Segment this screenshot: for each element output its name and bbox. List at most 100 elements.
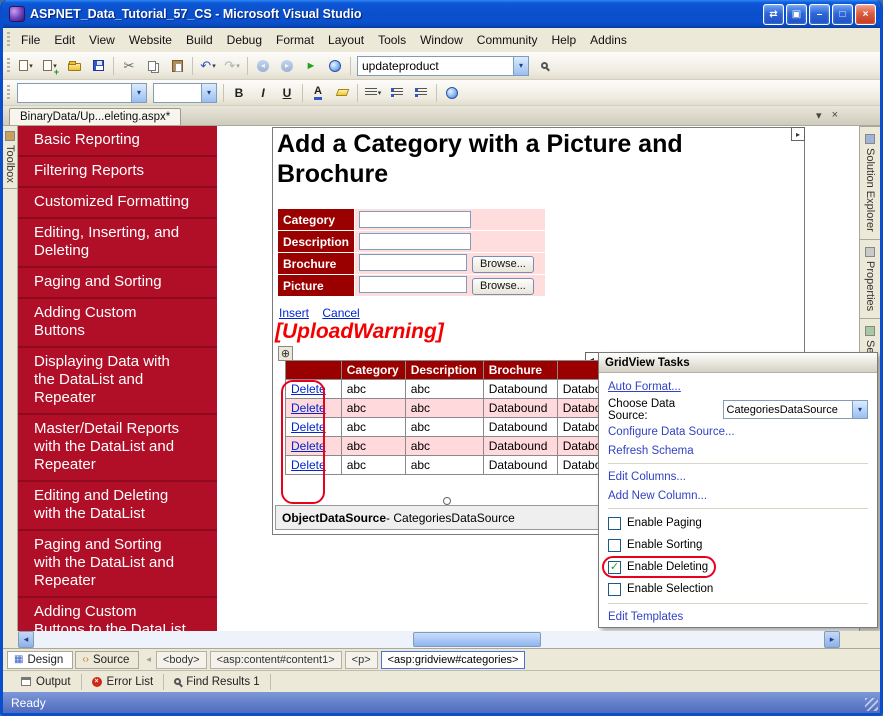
- nav-item[interactable]: Paging and Sorting: [18, 268, 217, 299]
- horizontal-scrollbar[interactable]: ◂ ▸: [18, 631, 840, 648]
- gridview-move-handle[interactable]: ⊕: [278, 346, 293, 361]
- delete-link[interactable]: Delete: [291, 439, 326, 453]
- enable-deleting-checkbox[interactable]: ✓: [608, 561, 621, 574]
- delete-link[interactable]: Delete: [291, 420, 326, 434]
- scrollbar-thumb[interactable]: [413, 632, 541, 647]
- nav-item[interactable]: Basic Reporting: [18, 126, 217, 157]
- nav-item[interactable]: Adding Custom Buttons: [18, 299, 217, 348]
- brochure-textbox[interactable]: [359, 254, 467, 271]
- refresh-schema-link[interactable]: Refresh Schema: [608, 441, 868, 460]
- chevron-down-icon[interactable]: ▾: [201, 84, 216, 102]
- menu-addins[interactable]: Addins: [583, 30, 634, 50]
- tag-crumb-body[interactable]: <body>: [156, 651, 207, 669]
- font-size-combo[interactable]: ▾: [153, 83, 217, 103]
- tab-close-button[interactable]: ×: [832, 109, 838, 122]
- enable-sorting-checkbox[interactable]: [608, 539, 621, 552]
- nav-item[interactable]: Adding Custom Buttons to the DataList an…: [18, 598, 217, 631]
- toolbar-grip[interactable]: [7, 58, 10, 74]
- highlight-button[interactable]: [331, 82, 353, 104]
- nav-item[interactable]: Editing, Inserting, and Deleting: [18, 219, 217, 268]
- description-textbox[interactable]: [359, 233, 471, 250]
- scroll-left-button[interactable]: ◂: [18, 631, 34, 648]
- minimize-button[interactable]: –: [809, 4, 830, 25]
- font-color-button[interactable]: A: [307, 82, 329, 104]
- menu-file[interactable]: File: [14, 30, 47, 50]
- open-file-button[interactable]: [63, 55, 85, 77]
- browse-with-button[interactable]: [324, 55, 346, 77]
- menu-debug[interactable]: Debug: [220, 30, 269, 50]
- menu-format[interactable]: Format: [269, 30, 321, 50]
- tag-crumb-gridview[interactable]: <asp:gridview#categories>: [381, 651, 526, 669]
- scroll-right-button[interactable]: ▸: [824, 631, 840, 648]
- toolbox-tab[interactable]: Toolbox: [3, 126, 17, 189]
- paste-button[interactable]: [166, 55, 188, 77]
- menu-edit[interactable]: Edit: [47, 30, 82, 50]
- delete-link[interactable]: Delete: [291, 382, 326, 396]
- copy-button[interactable]: [142, 55, 164, 77]
- resize-grip[interactable]: [865, 698, 878, 711]
- new-project-button[interactable]: ▾: [15, 55, 37, 77]
- menu-community[interactable]: Community: [470, 30, 545, 50]
- hyperlink-button[interactable]: [441, 82, 463, 104]
- bullet-list-button[interactable]: [386, 82, 408, 104]
- chevron-down-icon[interactable]: ▾: [513, 57, 528, 75]
- find-button[interactable]: [533, 55, 555, 77]
- navigate-forward-button[interactable]: ▸: [276, 55, 298, 77]
- data-source-combo[interactable]: CategoriesDataSource ▾: [723, 400, 868, 419]
- picture-browse-button[interactable]: Browse...: [472, 278, 534, 295]
- find-results-tab[interactable]: Find Results 1: [164, 674, 271, 690]
- edit-templates-link[interactable]: Edit Templates: [608, 607, 868, 626]
- source-view-tab[interactable]: ‹› Source: [75, 651, 139, 669]
- maximize-button[interactable]: □: [832, 4, 853, 25]
- restore-button[interactable]: ▣: [786, 4, 807, 25]
- menu-window[interactable]: Window: [413, 30, 470, 50]
- cut-button[interactable]: ✂: [118, 55, 140, 77]
- undo-button[interactable]: ↶▾: [197, 55, 219, 77]
- tab-list-button[interactable]: ▾: [816, 109, 822, 122]
- tag-crumb-p[interactable]: <p>: [345, 651, 378, 669]
- start-debug-button[interactable]: ►: [300, 55, 322, 77]
- chevron-down-icon[interactable]: ▾: [852, 401, 867, 418]
- chevron-down-icon[interactable]: ▾: [131, 84, 146, 102]
- picture-textbox[interactable]: [359, 276, 467, 293]
- dock-button[interactable]: ⇄: [763, 4, 784, 25]
- design-view-tab[interactable]: ▦ Design: [7, 651, 73, 669]
- document-tab[interactable]: BinaryData/Up...eleting.aspx*: [9, 108, 181, 125]
- configure-data-source-link[interactable]: Configure Data Source...: [608, 422, 868, 441]
- toolbar-grip[interactable]: [7, 32, 10, 48]
- menu-build[interactable]: Build: [179, 30, 220, 50]
- align-button[interactable]: ▾: [362, 82, 384, 104]
- italic-button[interactable]: I: [252, 82, 274, 104]
- nav-item[interactable]: Paging and Sorting with the DataList and…: [18, 531, 217, 598]
- add-new-column-link[interactable]: Add New Column...: [608, 486, 868, 505]
- add-new-item-button[interactable]: +▾: [39, 55, 61, 77]
- menu-layout[interactable]: Layout: [321, 30, 371, 50]
- redo-button[interactable]: ↷▾: [221, 55, 243, 77]
- tag-navigator-back-button[interactable]: ◂: [146, 654, 151, 665]
- menu-website[interactable]: Website: [122, 30, 179, 50]
- cancel-link[interactable]: Cancel: [322, 306, 359, 320]
- output-tab[interactable]: Output: [11, 674, 82, 690]
- nav-item[interactable]: Filtering Reports: [18, 157, 217, 188]
- delete-link[interactable]: Delete: [291, 401, 326, 415]
- save-button[interactable]: [87, 55, 109, 77]
- error-list-tab[interactable]: × Error List: [82, 674, 165, 690]
- close-button[interactable]: ×: [855, 4, 876, 25]
- resize-handle[interactable]: [443, 497, 451, 505]
- underline-button[interactable]: U: [276, 82, 298, 104]
- objectdatasource-control[interactable]: ObjectDataSource - CategoriesDataSource: [275, 505, 603, 530]
- enable-paging-checkbox[interactable]: [608, 517, 621, 530]
- edit-columns-link[interactable]: Edit Columns...: [608, 467, 868, 486]
- category-textbox[interactable]: [359, 211, 471, 228]
- navigate-back-button[interactable]: ◂: [252, 55, 274, 77]
- menu-tools[interactable]: Tools: [371, 30, 413, 50]
- tag-crumb-content[interactable]: <asp:content#content1>: [210, 651, 342, 669]
- properties-tab[interactable]: Properties: [860, 239, 880, 318]
- menu-help[interactable]: Help: [544, 30, 583, 50]
- enable-selection-checkbox[interactable]: [608, 583, 621, 596]
- font-name-combo[interactable]: ▾: [17, 83, 147, 103]
- nav-item[interactable]: Customized Formatting: [18, 188, 217, 219]
- brochure-browse-button[interactable]: Browse...: [472, 256, 534, 273]
- toolbar-grip[interactable]: [7, 85, 10, 101]
- nav-item[interactable]: Master/Detail Reports with the DataList …: [18, 415, 217, 482]
